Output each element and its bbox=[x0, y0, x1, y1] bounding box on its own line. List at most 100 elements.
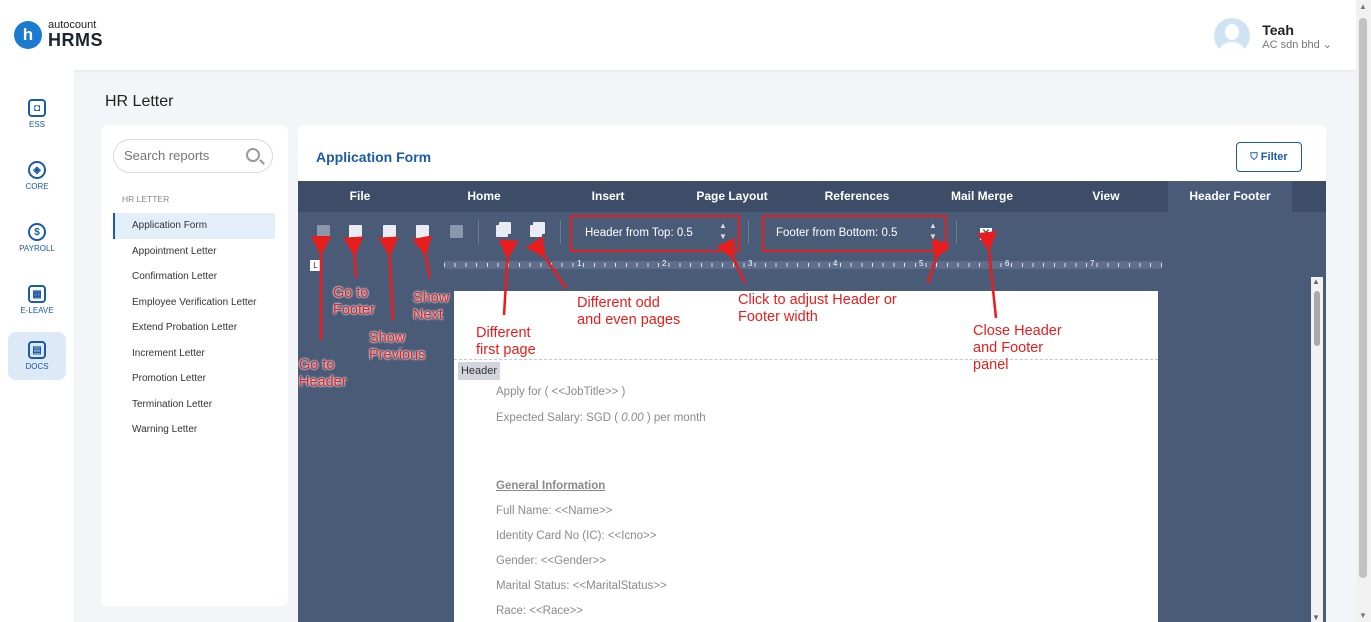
nav-label: E-LEAVE bbox=[20, 306, 54, 315]
annotation-close-panel: Close Header and Footer panel bbox=[973, 323, 1062, 373]
nav-item-core[interactable]: ◈ CORE bbox=[8, 152, 66, 200]
scroll-down-icon[interactable]: ▼ bbox=[1359, 611, 1367, 620]
top-bar: h autocount HRMS Teah AC sdn bhd ⌄ bbox=[0, 0, 1356, 70]
report-item-employee-verification-letter[interactable]: Employee Verification Letter bbox=[113, 290, 275, 316]
link-to-previous-icon[interactable] bbox=[450, 225, 463, 238]
report-item-termination-letter[interactable]: Termination Letter bbox=[113, 392, 275, 418]
annotation-box-header bbox=[570, 215, 740, 252]
annotation-go-to-header: Go to Header bbox=[299, 357, 347, 390]
tab-file[interactable]: File bbox=[298, 181, 422, 212]
close-header-footer-icon[interactable]: ✕ bbox=[980, 228, 992, 240]
ruler-number: 5 bbox=[919, 259, 924, 268]
annotation-different-first-page: Different first page bbox=[476, 325, 536, 358]
annotation-show-next: Show Next bbox=[413, 290, 450, 323]
scroll-up-icon[interactable]: ▲ bbox=[1359, 2, 1367, 11]
different-odd-even-icon[interactable] bbox=[530, 225, 542, 237]
ruler-number: 6 bbox=[1005, 259, 1010, 268]
ruler-number: 7 bbox=[1090, 259, 1095, 268]
tab-references[interactable]: References bbox=[794, 181, 920, 212]
horizontal-ruler[interactable] bbox=[444, 261, 1162, 269]
page-scrollbar[interactable]: ▲ ▼ bbox=[1356, 0, 1371, 622]
report-list: Application Form Appointment Letter Conf… bbox=[113, 213, 275, 443]
toolbar-separator bbox=[560, 220, 561, 244]
scroll-up-icon[interactable]: ▲ bbox=[1312, 277, 1320, 286]
user-company: AC sdn bhd ⌄ bbox=[1262, 38, 1332, 51]
annotation-click-adjust: Click to adjust Header or Footer width bbox=[738, 292, 897, 325]
filter-label: Filter bbox=[1260, 151, 1288, 163]
tab-header-footer[interactable]: Header Footer bbox=[1168, 181, 1292, 212]
filter-button[interactable]: ⛉ Filter bbox=[1236, 142, 1302, 172]
doc-full-name: Full Name: <<Name>> bbox=[496, 505, 613, 517]
ribbon-tabs: File Home Insert Page Layout References … bbox=[298, 181, 1326, 212]
report-item-application-form[interactable]: Application Form bbox=[113, 213, 275, 239]
logo-bottom-text: HRMS bbox=[48, 30, 103, 50]
app-logo[interactable]: h autocount HRMS bbox=[14, 20, 103, 49]
docs-icon: ▤ bbox=[28, 341, 46, 359]
annotation-go-to-footer: Go to Footer bbox=[333, 285, 375, 318]
search-input[interactable] bbox=[124, 148, 242, 163]
annotation-different-odd-even: Different odd and even pages bbox=[577, 295, 681, 328]
doc-marital-status: Marital Status: <<MaritalStatus>> bbox=[496, 580, 667, 592]
document-scrollbar[interactable]: ▲ ▼ bbox=[1311, 277, 1323, 622]
ruler-number: 2 bbox=[662, 259, 667, 268]
nav-label: DOCS bbox=[25, 362, 49, 371]
nav-item-docs[interactable]: ▤ DOCS bbox=[8, 332, 66, 380]
scroll-thumb[interactable] bbox=[1314, 291, 1320, 346]
ruler-number: 4 bbox=[833, 259, 838, 268]
nav-label: ESS bbox=[28, 120, 45, 129]
annotation-show-previous: Show Previous bbox=[369, 330, 426, 363]
chevron-down-icon: ⌄ bbox=[1322, 38, 1332, 51]
page-scroll-thumb[interactable] bbox=[1359, 18, 1367, 578]
logo-icon: h bbox=[14, 20, 42, 49]
nav-item-eleave[interactable]: ▦ E-LEAVE bbox=[8, 276, 66, 324]
ruler-tab-selector[interactable]: L bbox=[310, 260, 321, 271]
user-menu[interactable]: Teah AC sdn bhd ⌄ bbox=[1214, 18, 1332, 54]
filter-icon: ⛉ bbox=[1250, 151, 1258, 163]
tab-insert[interactable]: Insert bbox=[546, 181, 670, 212]
doc-gender: Gender: <<Gender>> bbox=[496, 555, 606, 567]
core-icon: ◈ bbox=[28, 161, 46, 179]
report-item-increment-letter[interactable]: Increment Letter bbox=[113, 341, 275, 367]
left-nav: ◘ ESS ◈ CORE $ PAYROLL ▦ E-LEAVE ▤ DOCS bbox=[0, 70, 74, 622]
report-item-confirmation-letter[interactable]: Confirmation Letter bbox=[113, 264, 275, 290]
tab-page-layout[interactable]: Page Layout bbox=[670, 181, 794, 212]
go-to-header-icon[interactable] bbox=[317, 225, 330, 238]
section-label: HR LETTER bbox=[122, 194, 170, 204]
report-item-promotion-letter[interactable]: Promotion Letter bbox=[113, 366, 275, 392]
toolbar-separator bbox=[478, 220, 479, 244]
search-icon[interactable] bbox=[246, 148, 260, 162]
tab-view[interactable]: View bbox=[1044, 181, 1168, 212]
doc-expected-salary: Expected Salary: SGD ( 0.00 ) per month bbox=[496, 412, 706, 424]
annotation-box-footer bbox=[762, 215, 947, 252]
user-name: Teah bbox=[1262, 21, 1294, 38]
search-box bbox=[113, 139, 273, 173]
doc-apply-for: Apply for ( <<JobTitle>> ) bbox=[496, 386, 626, 398]
doc-race: Race: <<Race>> bbox=[496, 605, 583, 617]
toolbar-separator bbox=[956, 220, 957, 244]
doc-ic: Identity Card No (IC): <<Icno>> bbox=[496, 530, 657, 542]
show-next-icon[interactable] bbox=[416, 225, 429, 238]
go-to-footer-icon[interactable] bbox=[349, 225, 362, 238]
scroll-down-icon[interactable]: ▼ bbox=[1312, 613, 1320, 622]
toolbar-separator bbox=[748, 220, 749, 244]
report-panel: HR LETTER Application Form Appointment L… bbox=[101, 125, 288, 606]
tab-mail-merge[interactable]: Mail Merge bbox=[920, 181, 1044, 212]
main-panel: Application Form ⛉ Filter File Home Inse… bbox=[298, 125, 1326, 622]
report-item-extend-probation-letter[interactable]: Extend Probation Letter bbox=[113, 315, 275, 341]
ruler-number: 3 bbox=[748, 259, 753, 268]
ruler-number: 1 bbox=[577, 259, 582, 268]
nav-item-ess[interactable]: ◘ ESS bbox=[8, 90, 66, 138]
tab-home[interactable]: Home bbox=[422, 181, 546, 212]
different-first-page-icon[interactable] bbox=[496, 225, 508, 237]
payroll-icon: $ bbox=[28, 223, 46, 241]
show-previous-icon[interactable] bbox=[383, 225, 396, 238]
nav-item-payroll[interactable]: $ PAYROLL bbox=[8, 214, 66, 262]
calendar-icon: ▦ bbox=[28, 285, 46, 303]
nav-label: PAYROLL bbox=[19, 244, 55, 253]
ess-icon: ◘ bbox=[28, 99, 46, 117]
page-title: HR Letter bbox=[105, 93, 174, 110]
report-item-appointment-letter[interactable]: Appointment Letter bbox=[113, 239, 275, 265]
nav-label: CORE bbox=[25, 182, 49, 191]
report-title: Application Form bbox=[316, 149, 432, 165]
report-item-warning-letter[interactable]: Warning Letter bbox=[113, 417, 275, 443]
